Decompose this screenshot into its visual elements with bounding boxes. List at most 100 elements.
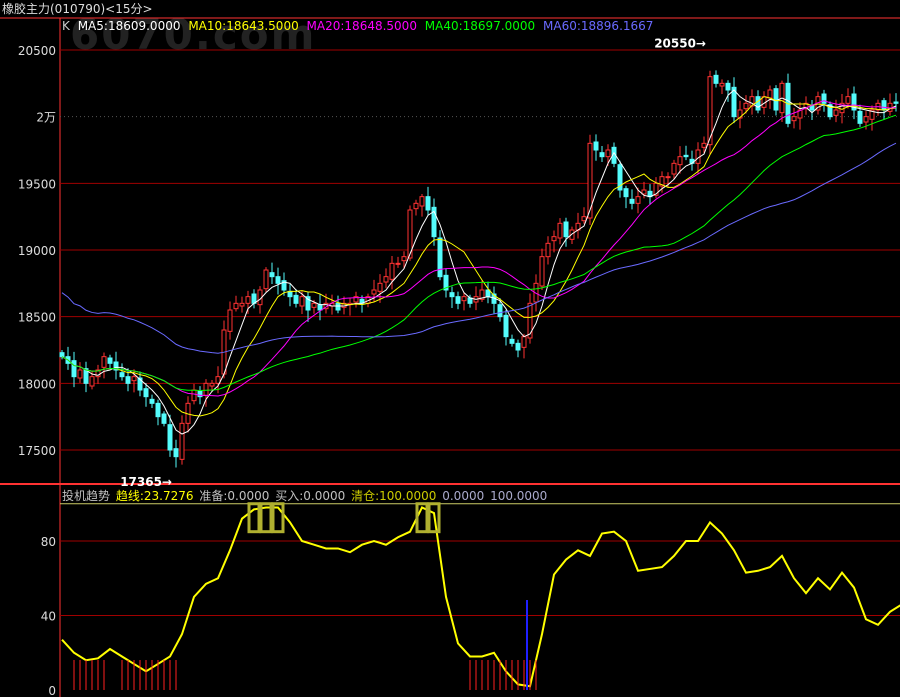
candle-body xyxy=(419,196,425,207)
y-tick-label: 2万 xyxy=(36,111,56,125)
candle-body xyxy=(299,296,305,307)
candle-body xyxy=(743,102,749,110)
candle-body xyxy=(245,296,251,304)
candle-body xyxy=(635,196,641,204)
candle-body xyxy=(497,304,503,318)
candle-body xyxy=(893,101,899,104)
y-tick-label: 0 xyxy=(48,684,56,697)
candle-body xyxy=(581,216,587,222)
candle-body xyxy=(671,162,677,175)
candle-body xyxy=(563,221,569,238)
candle-body xyxy=(821,93,827,104)
candle-body xyxy=(665,176,671,179)
candle-body xyxy=(197,390,203,398)
candle-body xyxy=(149,398,155,404)
candle-body xyxy=(845,96,851,104)
candle-body xyxy=(863,116,869,123)
candle-body xyxy=(311,302,317,308)
ma10-line xyxy=(61,96,897,417)
y-tick-label: 17500 xyxy=(18,444,56,458)
candle-body xyxy=(191,389,197,402)
candle-body xyxy=(293,294,299,304)
candle-body xyxy=(269,272,275,278)
candle-body xyxy=(275,276,281,284)
candle-body xyxy=(59,352,65,358)
candle-body xyxy=(857,110,863,124)
candle-body xyxy=(263,269,269,290)
candle-body xyxy=(167,424,173,451)
candle-body xyxy=(713,74,719,84)
y-tick-label: 40 xyxy=(41,610,56,624)
candle-body xyxy=(773,88,779,111)
candle-body xyxy=(755,96,761,111)
candle-body xyxy=(485,289,491,298)
candle-body xyxy=(209,382,215,387)
candle-body xyxy=(89,376,95,387)
candle-body xyxy=(77,369,83,379)
candle-body xyxy=(527,302,533,339)
candle-body xyxy=(539,256,545,287)
candle-body xyxy=(449,292,455,298)
candle-body xyxy=(125,376,131,384)
candle-body xyxy=(503,314,509,338)
candle-body xyxy=(725,82,731,91)
candle-body xyxy=(377,282,383,292)
y-tick-label: 80 xyxy=(41,535,56,549)
candle-body xyxy=(155,402,161,418)
candle-body xyxy=(701,142,707,148)
candle-body xyxy=(455,296,461,304)
candle-body xyxy=(143,388,149,398)
candle-body xyxy=(71,360,77,378)
ma5-line xyxy=(61,89,897,435)
candle-body xyxy=(383,276,389,283)
candle-body xyxy=(371,289,377,295)
low-price-label: 17365→ xyxy=(120,475,172,489)
y-tick-label: 18000 xyxy=(18,377,56,391)
candle-body xyxy=(161,413,167,424)
candle-body xyxy=(239,302,245,307)
candle-body xyxy=(881,100,887,111)
candle-body xyxy=(557,222,563,239)
y-tick-label: 19000 xyxy=(18,244,56,258)
candle-body xyxy=(119,372,125,378)
candle-body xyxy=(515,342,521,351)
candle-body xyxy=(317,304,323,311)
y-tick-label: 19500 xyxy=(18,177,56,191)
candle-body xyxy=(545,242,551,258)
candle-body xyxy=(461,296,467,302)
candle-body xyxy=(521,336,527,348)
candle-body xyxy=(173,448,179,458)
candle-body xyxy=(767,89,773,99)
kline-chart[interactable]: 20500 2万 19500 19000 18500 18000 17500 80 40 0 205… xyxy=(0,0,900,697)
candle-body xyxy=(641,189,647,195)
trend-line xyxy=(61,506,900,688)
candle-body xyxy=(605,149,611,158)
candle-body xyxy=(791,116,797,122)
clear-signal-mark xyxy=(247,502,261,534)
y-tick-label: 18500 xyxy=(18,311,56,325)
candle-body xyxy=(335,302,341,311)
candle-body xyxy=(509,338,515,344)
candle-body xyxy=(179,422,185,460)
ma20-line xyxy=(61,100,897,397)
candle-body xyxy=(677,156,683,166)
candle-body xyxy=(233,302,239,310)
candle-body xyxy=(629,198,635,204)
candle-body xyxy=(389,262,395,280)
candle-body xyxy=(599,152,605,158)
candle-body xyxy=(833,109,839,116)
candle-body xyxy=(719,82,725,87)
high-price-label: 20550→ xyxy=(654,36,706,50)
candle-body xyxy=(131,376,137,382)
candle-body xyxy=(683,154,689,158)
candle-body xyxy=(809,105,815,111)
candle-body xyxy=(593,141,599,151)
candle-body xyxy=(401,256,407,262)
y-tick-label: 20500 xyxy=(18,44,56,58)
ma60-line xyxy=(61,142,897,354)
candle-body xyxy=(437,237,443,278)
candle-body xyxy=(227,309,233,332)
candle-body xyxy=(107,357,113,364)
candle-body xyxy=(203,382,209,396)
ma40-line xyxy=(61,114,897,392)
